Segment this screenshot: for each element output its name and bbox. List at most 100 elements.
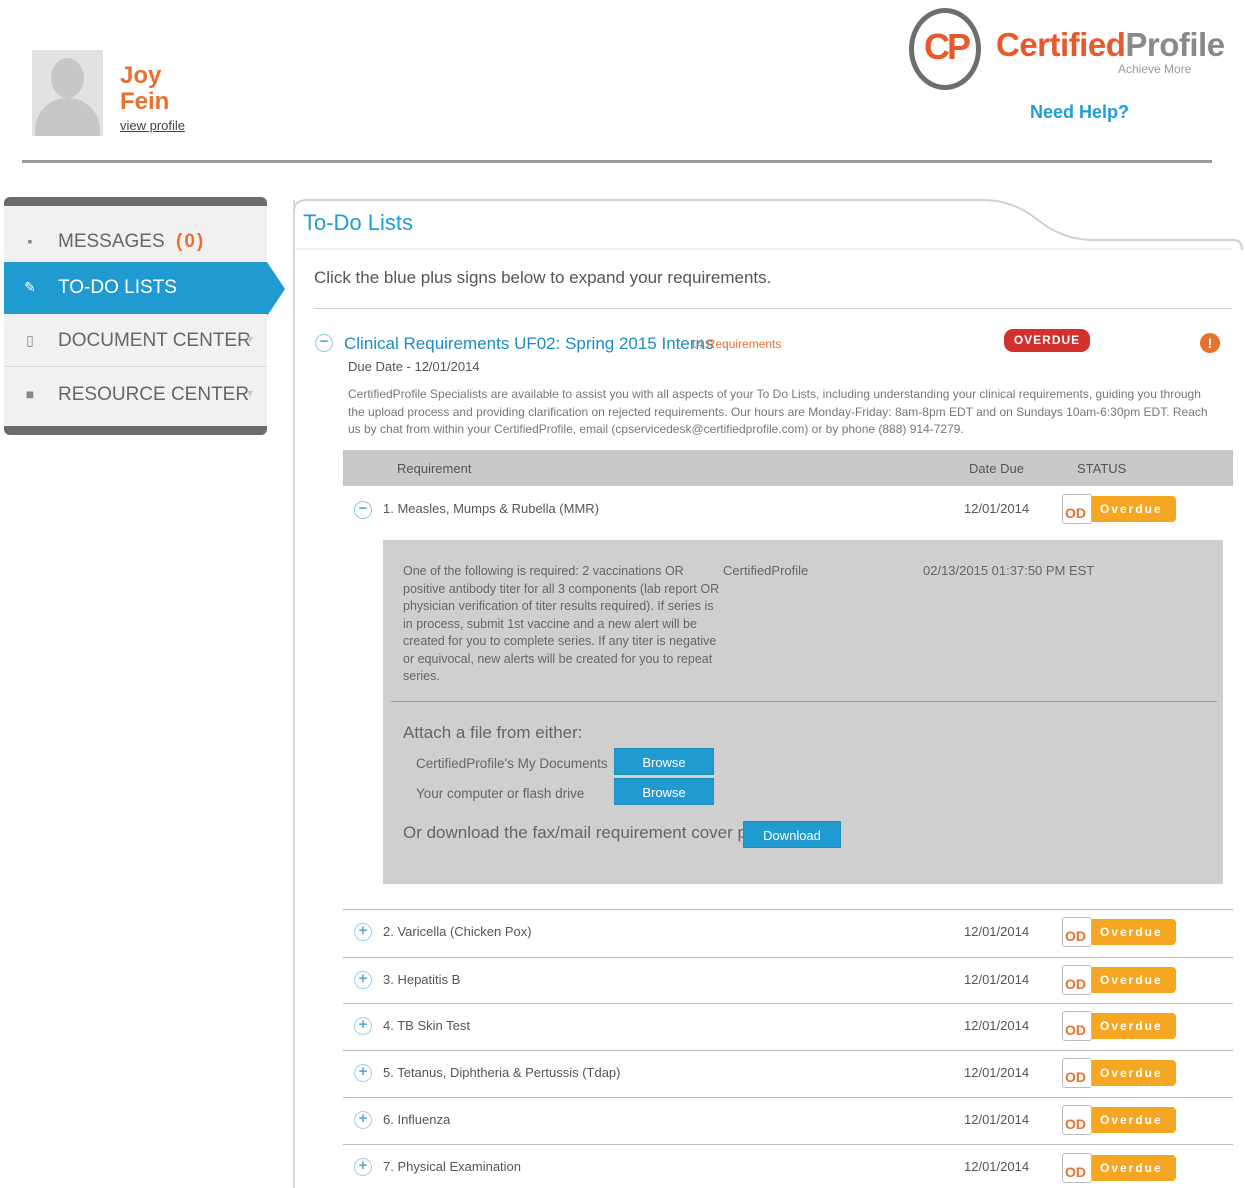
panel-tab-outline bbox=[293, 199, 1243, 250]
need-help-link[interactable]: Need Help? bbox=[1030, 102, 1129, 123]
table-row[interactable]: + 7. Physical Examination 12/01/2014 OD … bbox=[343, 1145, 1233, 1188]
requirement-date: 12/01/2014 bbox=[964, 972, 1030, 987]
table-row[interactable]: + 2. Varicella (Chicken Pox) 12/01/2014 … bbox=[343, 910, 1233, 957]
requirement-detail-text: One of the following is required: 2 vacc… bbox=[403, 564, 720, 683]
od-icon: OD bbox=[1062, 917, 1092, 947]
list-description: CertifiedProfile Specialists are availab… bbox=[348, 387, 1208, 436]
sidebar-item-label: TO-DO LISTS bbox=[58, 277, 177, 298]
list-due-date: Due Date - 12/01/2014 bbox=[348, 359, 480, 374]
requirement-name: 1. Measles, Mumps & Rubella (MMR) bbox=[383, 501, 599, 516]
table-header: Requirement Date Due STATUS bbox=[343, 450, 1233, 486]
brand-name-a: Certified bbox=[996, 26, 1126, 63]
alert-icon: ! bbox=[1200, 333, 1220, 353]
od-icon: OD bbox=[1062, 965, 1092, 995]
detail-source: CertifiedProfile bbox=[723, 563, 809, 578]
user-first-name: Joy bbox=[120, 62, 162, 89]
status-badge: OD Overdue bbox=[1062, 965, 1176, 995]
table-row[interactable]: + 3. Hepatitis B 12/01/2014 OD Overdue bbox=[343, 958, 1233, 1005]
status-badge: OD Overdue bbox=[1062, 494, 1176, 524]
expand-row-icon[interactable]: + bbox=[354, 1064, 372, 1082]
sidebar-item-resource-center[interactable]: ■ RESOURCE CENTER ▾ bbox=[4, 369, 267, 421]
column-header-status: STATUS bbox=[1077, 461, 1127, 476]
status-label: Overdue bbox=[1092, 1013, 1176, 1039]
od-icon: OD bbox=[1062, 1058, 1092, 1088]
requirement-date: 12/01/2014 bbox=[964, 1159, 1030, 1174]
requirement-date: 12/01/2014 bbox=[964, 501, 1030, 516]
chevron-down-icon: ▾ bbox=[246, 332, 253, 346]
expand-row-icon[interactable]: + bbox=[354, 971, 372, 989]
collapse-list-icon[interactable]: − bbox=[315, 334, 333, 352]
download-button[interactable]: Download bbox=[743, 821, 841, 848]
od-icon: OD bbox=[1062, 494, 1092, 524]
requirement-name: 6. Influenza bbox=[383, 1112, 451, 1127]
attach-title: Attach a file from either: bbox=[403, 723, 583, 742]
column-header-date-due: Date Due bbox=[969, 461, 1024, 476]
attach-option-my-documents: CertifiedProfile's My Documents bbox=[416, 756, 608, 771]
logo-mark: CP bbox=[923, 26, 971, 67]
avatar bbox=[32, 50, 103, 136]
sidebar-item-label: MESSAGES bbox=[58, 231, 165, 252]
sidebar-item-messages[interactable]: ▪ MESSAGES (0) bbox=[4, 216, 267, 268]
collapse-row-icon[interactable]: − bbox=[354, 501, 372, 519]
od-icon: OD bbox=[1062, 1153, 1092, 1183]
sidebar-item-label: DOCUMENT CENTER bbox=[58, 330, 251, 351]
overdue-badge: OVERDUE bbox=[1004, 329, 1090, 352]
panel-border bbox=[293, 200, 295, 1188]
edit-icon: ✎ bbox=[24, 279, 36, 295]
requirement-count: 14 Requirements bbox=[690, 337, 782, 351]
table-row[interactable]: − 1. Measles, Mumps & Rubella (MMR) 12/0… bbox=[343, 490, 1233, 537]
table-row[interactable]: + 4. TB Skin Test 12/01/2014 OD Overdue bbox=[343, 1004, 1233, 1051]
status-badge: OD Overdue bbox=[1062, 1153, 1176, 1183]
requirement-name: 5. Tetanus, Diphtheria & Pertussis (Tdap… bbox=[383, 1065, 621, 1080]
sidebar: ▪ MESSAGES (0) ✎ TO-DO LISTS ▯ DOCUMENT … bbox=[4, 197, 267, 435]
active-item-pointer bbox=[267, 262, 285, 316]
briefcase-icon: ■ bbox=[25, 386, 35, 402]
view-profile-link[interactable]: view profile bbox=[120, 118, 185, 133]
divider bbox=[314, 308, 1232, 309]
instructions-text: Click the blue plus signs below to expan… bbox=[314, 268, 772, 287]
status-label: Overdue bbox=[1092, 496, 1176, 522]
status-badge: OD Overdue bbox=[1062, 917, 1176, 947]
requirement-detail: One of the following is required: 2 vacc… bbox=[383, 540, 1223, 884]
requirement-date: 12/01/2014 bbox=[964, 1065, 1030, 1080]
expand-row-icon[interactable]: + bbox=[354, 923, 372, 941]
status-label: Overdue bbox=[1092, 967, 1176, 993]
envelope-icon: ▪ bbox=[27, 233, 33, 249]
status-label: Overdue bbox=[1092, 1107, 1176, 1133]
brand-name: CertifiedProfile bbox=[996, 26, 1225, 64]
user-last-name: Fein bbox=[120, 88, 170, 115]
sidebar-item-document-center[interactable]: ▯ DOCUMENT CENTER ▾ bbox=[4, 315, 267, 367]
table-row[interactable]: + 5. Tetanus, Diphtheria & Pertussis (Td… bbox=[343, 1051, 1233, 1098]
expand-row-icon[interactable]: + bbox=[354, 1017, 372, 1035]
download-text: Or download the fax/mail requirement cov… bbox=[403, 823, 776, 842]
messages-count: (0) bbox=[176, 231, 206, 252]
expand-row-icon[interactable]: + bbox=[354, 1111, 372, 1129]
requirement-date: 12/01/2014 bbox=[964, 1112, 1030, 1127]
od-icon: OD bbox=[1062, 1105, 1092, 1135]
table-row[interactable]: + 6. Influenza 12/01/2014 OD Overdue bbox=[343, 1098, 1233, 1145]
status-badge: OD Overdue bbox=[1062, 1011, 1176, 1041]
expand-row-icon[interactable]: + bbox=[354, 1158, 372, 1176]
header-divider bbox=[22, 160, 1212, 163]
od-icon: OD bbox=[1062, 1011, 1092, 1041]
brand-name-b: Profile bbox=[1125, 26, 1225, 63]
browse-computer-button[interactable]: Browse bbox=[614, 778, 714, 805]
sidebar-item-label: RESOURCE CENTER bbox=[58, 384, 250, 405]
requirement-name: 7. Physical Examination bbox=[383, 1159, 522, 1174]
requirement-name: 4. TB Skin Test bbox=[383, 1018, 470, 1033]
requirement-date: 12/01/2014 bbox=[964, 1018, 1030, 1033]
status-label: Overdue bbox=[1092, 1155, 1176, 1181]
sidebar-item-todo-lists[interactable]: ✎ TO-DO LISTS bbox=[4, 262, 267, 314]
brand-tagline: Achieve More bbox=[1118, 62, 1192, 76]
divider bbox=[391, 701, 1217, 702]
todo-list-title[interactable]: Clinical Requirements UF02: Spring 2015 … bbox=[344, 334, 713, 354]
requirement-date: 12/01/2014 bbox=[964, 924, 1030, 939]
browse-my-documents-button[interactable]: Browse bbox=[614, 748, 714, 775]
column-header-requirement: Requirement bbox=[397, 461, 472, 476]
document-icon: ▯ bbox=[26, 332, 34, 348]
status-badge: OD Overdue bbox=[1062, 1105, 1176, 1135]
requirement-name: 3. Hepatitis B bbox=[383, 972, 461, 987]
status-label: Overdue bbox=[1092, 1060, 1176, 1086]
page-title: To-Do Lists bbox=[303, 210, 414, 235]
status-badge: OD Overdue bbox=[1062, 1058, 1176, 1088]
